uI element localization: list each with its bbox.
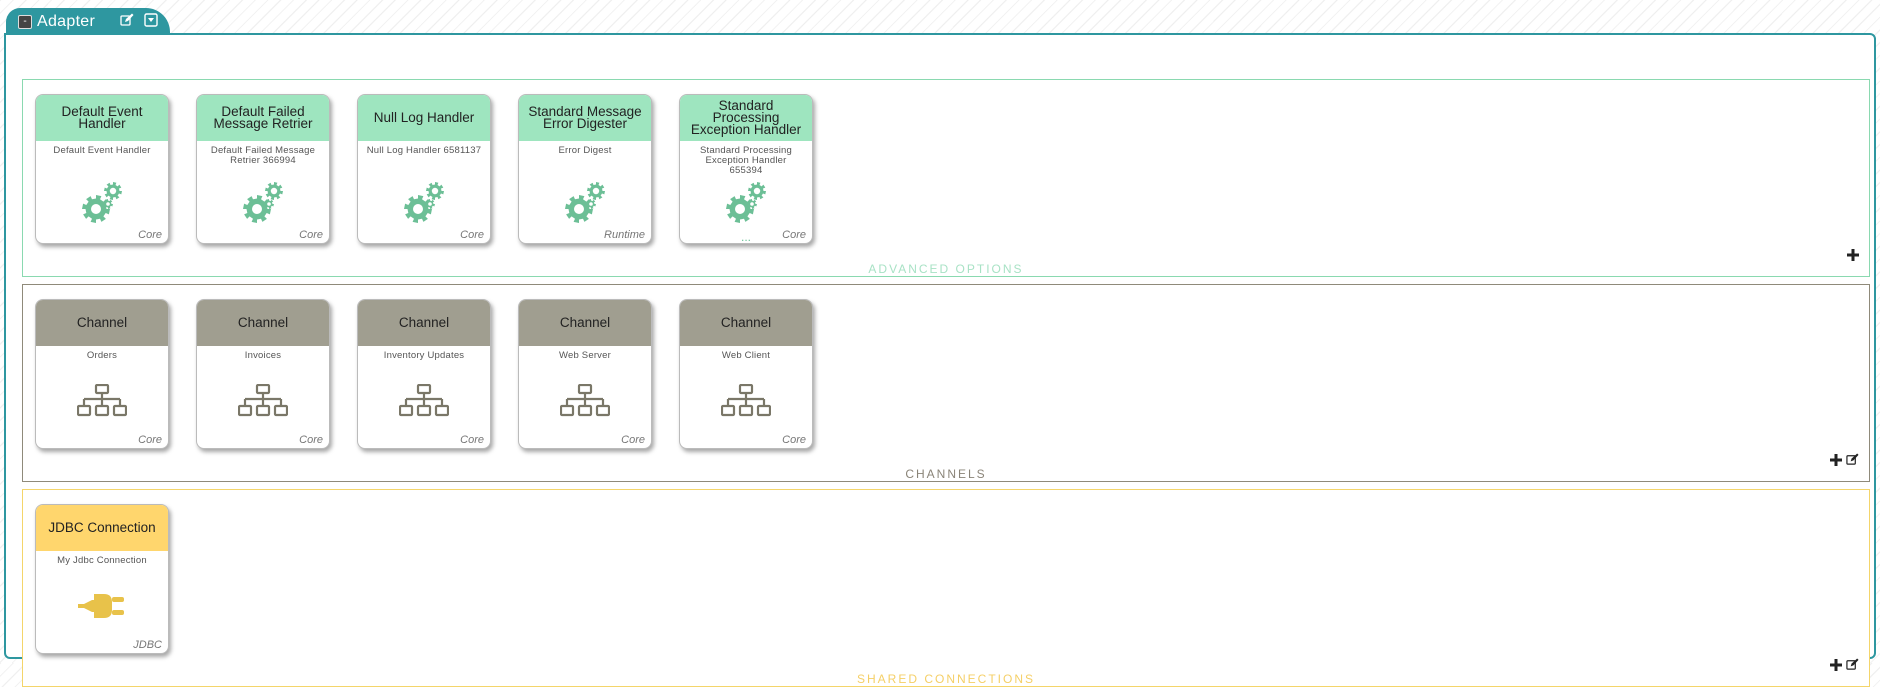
advanced-card[interactable]: Null Log Handler Null Log Handler 6581137… [357, 94, 491, 244]
card-name: Null Log Handler 6581137 [366, 145, 482, 156]
channel-card[interactable]: Channel Invoices Core [196, 299, 330, 449]
channel-card[interactable]: Channel Inventory Updates Core [357, 299, 491, 449]
card-category: Core [299, 434, 323, 446]
card-name: Invoices [244, 350, 282, 361]
card-category: Core [782, 434, 806, 446]
card-category: JDBC [133, 639, 162, 651]
card-name: Orders [86, 350, 118, 361]
collapse-icon[interactable]: - [18, 15, 32, 29]
advanced-card[interactable]: Default Event Handler Default Event Handl… [35, 94, 169, 244]
card-category: Core [138, 229, 162, 241]
card-title: Channel [519, 300, 651, 346]
card-name: Standard Processing Exception Handler 65… [700, 145, 792, 176]
card-title: Channel [358, 300, 490, 346]
advanced-card[interactable]: Default Failed Message Retrier Default Fa… [196, 94, 330, 244]
card-name: Default Failed Message Retrier 366994 [210, 145, 316, 166]
plug-icon [36, 589, 168, 637]
gears-icon [358, 179, 490, 227]
advanced-options-section: ADVANCED OPTIONS Default Event Handler De… [22, 79, 1870, 277]
card-name: Error Digest [558, 145, 612, 156]
card-name: Inventory Updates [383, 350, 465, 361]
card-title: Standard Processing Exception Handler [680, 95, 812, 141]
shared-connections-section: SHARED CONNECTIONS JDBC Connection My Jdb… [22, 489, 1870, 687]
channel-card[interactable]: Channel Web Client Core [679, 299, 813, 449]
card-category: Core [782, 229, 806, 241]
card-title: Channel [36, 300, 168, 346]
card-title: Default Failed Message Retrier [197, 95, 329, 141]
card-name: Default Event Handler [53, 145, 151, 156]
card-category: Runtime [604, 229, 645, 241]
advanced-card[interactable]: Standard Processing Exception Handler Sta… [679, 94, 813, 244]
card-category: Core [299, 229, 323, 241]
channel-card[interactable]: Channel Orders Core [35, 299, 169, 449]
sitemap-icon [197, 384, 329, 432]
gears-icon [36, 179, 168, 227]
gears-icon [680, 179, 812, 227]
card-title: Standard Message Error Digester [519, 95, 651, 141]
advanced-card[interactable]: Standard Message Error Digester Error Dig… [518, 94, 652, 244]
adapter-title: Adapter [37, 13, 96, 30]
adapter-tab: - Adapter [6, 8, 170, 34]
card-name: My Jdbc Connection [57, 555, 147, 566]
gears-icon [197, 179, 329, 227]
card-name: Web Server [559, 350, 611, 361]
card-title: Default Event Handler [36, 95, 168, 141]
sitemap-icon [519, 384, 651, 432]
sitemap-icon [358, 384, 490, 432]
section-label: SHARED CONNECTIONS [856, 672, 1035, 686]
section-label: ADVANCED OPTIONS [868, 262, 1024, 276]
edit-icon[interactable] [120, 13, 134, 32]
adapter-panel: ADVANCED OPTIONS Default Event Handler De… [4, 33, 1876, 687]
card-category: Core [460, 434, 484, 446]
gears-icon [519, 179, 651, 227]
dropdown-menu-icon[interactable] [144, 13, 158, 32]
card-title: Null Log Handler [358, 95, 490, 141]
sitemap-icon [36, 384, 168, 432]
sitemap-icon [680, 384, 812, 432]
card-title: Channel [197, 300, 329, 346]
card-title: JDBC Connection [36, 505, 168, 551]
card-category: Core [460, 229, 484, 241]
channels-section: CHANNELS Channel Orders Core Channel Invoic… [22, 284, 1870, 482]
card-name: Web Client [721, 350, 771, 361]
card-category: Core [138, 434, 162, 446]
channel-card[interactable]: Channel Web Server Core [518, 299, 652, 449]
connection-card[interactable]: JDBC Connection My Jdbc Connection JDBC [35, 504, 169, 654]
card-category: Core [621, 434, 645, 446]
card-title: Channel [680, 300, 812, 346]
section-label: CHANNELS [905, 467, 987, 481]
